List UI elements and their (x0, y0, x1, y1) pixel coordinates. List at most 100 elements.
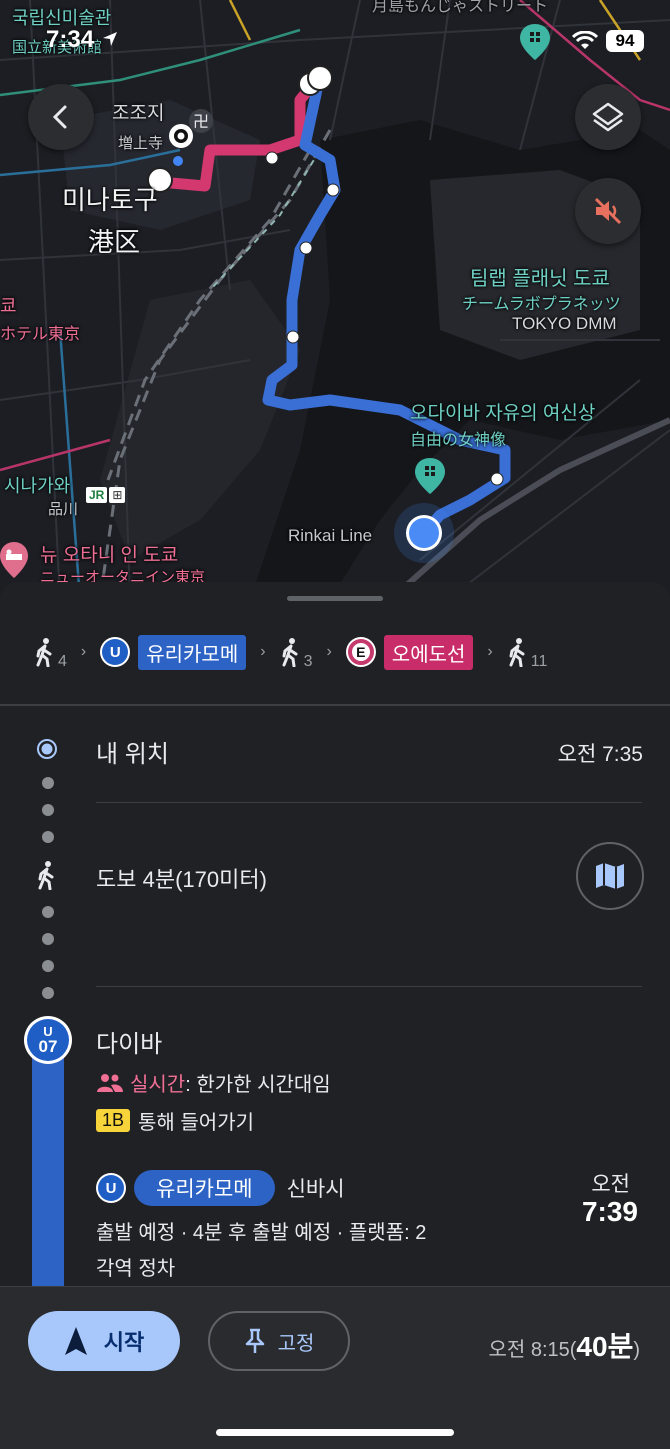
train-icon: JR ⊞ (86, 487, 126, 503)
entrance-text: 통해 들어가기 (138, 1112, 254, 1134)
map-label-zojoji-ja: 増上寺 (118, 135, 164, 152)
departure-ampm: 오전 (591, 1173, 630, 1196)
walk-minutes: 11 (530, 653, 548, 670)
divider (0, 704, 670, 706)
departure-time: 7:39 (581, 1196, 638, 1227)
map-label-zojoji: 조조지 (112, 103, 165, 124)
walk-icon (509, 638, 525, 667)
realtime-row: 실시간: 한가한 시간대임 (96, 1068, 331, 1097)
timeline-dot (42, 831, 54, 843)
map-label-statue: 오다이바 자유의 여신상 (410, 403, 596, 424)
timeline-dot (42, 906, 54, 918)
chevron-right-icon: › (80, 643, 87, 660)
map-label-hotel: ホテル東京 (0, 326, 81, 343)
oedo-badge: E (345, 637, 376, 667)
timeline-dot (42, 777, 54, 789)
directions-sheet[interactable]: 4 › U 유리카모메 › 3 › E 오에도선 › 11 내 위치 오전 7:… (0, 582, 670, 1449)
timeline-dot (42, 960, 54, 972)
pin-label: 고정 (277, 1332, 315, 1355)
eta-duration: 40분 (576, 1331, 634, 1362)
attraction-icon[interactable] (413, 456, 447, 496)
map-label-neighborhood: 月島もんじゃストリート (372, 0, 549, 15)
home-indicator[interactable] (216, 1429, 454, 1436)
walk-icon (38, 861, 54, 890)
walk-step-label: 도보 4분(170미터) (96, 867, 267, 892)
origin-label: 내 위치 (96, 741, 169, 768)
attraction-icon (520, 24, 550, 60)
summary-walk-1: 4 (34, 637, 67, 670)
map-label-hotel-prefix: 쿄 (0, 296, 17, 316)
pin-button[interactable]: 고정 (208, 1311, 350, 1371)
mute-button[interactable] (575, 178, 641, 244)
map-label-minato-ja: 港区 (88, 227, 141, 257)
back-button[interactable] (28, 84, 94, 150)
map-view[interactable]: 卍 JR ⊞ 국립신미술관 国立新美術館 月島もんじゃストリート 조조지 増上寺… (0, 0, 670, 600)
eta-arrival: 오전 8:15( (488, 1339, 577, 1361)
pin-icon (245, 1328, 264, 1353)
station-badge: U 07 (24, 1016, 72, 1064)
service-type: 각역 정차 (96, 1258, 176, 1280)
summary-walk-3: 11 (507, 637, 547, 670)
timeline-dot (42, 933, 54, 945)
battery-indicator: 94 (606, 30, 644, 52)
origin-icon (37, 739, 57, 759)
layers-icon (592, 102, 624, 132)
chevron-right-icon: › (487, 643, 493, 660)
direction-text: 신바시 (286, 1178, 345, 1201)
departure-line-row[interactable]: U 유리카모메 신바시 (96, 1170, 345, 1206)
map-label-shinagawa-ja: 品川 (48, 501, 79, 518)
map-label-teamlab-en: TOKYO DMM (512, 314, 617, 333)
station-code-number: 07 (38, 1037, 58, 1056)
divider (96, 802, 642, 803)
hotel-icon[interactable] (0, 540, 32, 580)
chevron-right-icon: › (260, 643, 266, 660)
wifi-icon (572, 31, 598, 49)
realtime-label: 실시간 (130, 1074, 186, 1096)
departure-info: 출발 예정 · 4분 후 출발 예정 · 플랫폼: 2 (96, 1222, 427, 1244)
summary-walk-2: 3 (280, 637, 312, 670)
svg-text:卍: 卍 (193, 112, 209, 131)
line-pill: 유리카모메 (134, 1170, 275, 1206)
chevron-right-icon: › (326, 643, 332, 660)
route-summary: 4 › U 유리카모메 › 3 › E 오에도선 › 11 (0, 622, 670, 682)
map-icon (596, 863, 624, 889)
map-label-newotani: 뉴 오타니 인 도쿄 (40, 545, 179, 566)
mute-icon (594, 197, 622, 225)
eta-summary: 오전 8:15(40분) (488, 1325, 640, 1365)
map-label-minato: 미나토구 (62, 185, 158, 215)
realtime-text: : 한가한 시간대임 (185, 1074, 331, 1096)
timeline-dot (42, 987, 54, 999)
entrance-badge: 1B (96, 1109, 131, 1132)
crowd-icon (97, 1073, 123, 1092)
eta-suffix: ) (633, 1339, 640, 1361)
bottom-action-bar: 시작 고정 오전 8:15(40분) (0, 1286, 670, 1449)
yurikamome-badge: U (96, 1173, 126, 1203)
walk-icon (36, 638, 52, 667)
temple-icon: 卍 (189, 109, 213, 133)
line-chip-yurikamome: 유리카모메 (138, 634, 247, 670)
yurikamome-badge-letter: U (102, 639, 129, 665)
timeline-dot (42, 804, 54, 816)
drag-handle[interactable] (287, 596, 383, 601)
map-label-rinkai: Rinkai Line (288, 526, 373, 545)
yurikamome-badge-letter: U (98, 1175, 124, 1201)
walk-map-button[interactable] (576, 842, 644, 910)
back-icon (52, 105, 67, 129)
entrance-row: 1B 통해 들어가기 (96, 1106, 254, 1135)
map-label-statue-ja: 自由の女神像 (410, 432, 507, 449)
walk-icon (282, 638, 298, 667)
yurikamome-badge: U (100, 637, 131, 667)
jr-badge: JR (86, 487, 108, 503)
navigation-arrow-icon (64, 1327, 87, 1355)
map-label-shinagawa: 시나가와 (4, 476, 71, 496)
status-right: 94 (572, 30, 644, 52)
station-name: 다이바 (96, 1031, 163, 1058)
walk-minutes: 4 (58, 653, 67, 670)
location-arrow-icon (102, 32, 117, 46)
map-label-teamlab-ja: チームラボプラネッツ (462, 296, 621, 313)
status-time: 7:34 (46, 26, 119, 54)
start-navigation-button[interactable]: 시작 (28, 1311, 180, 1371)
start-label: 시작 (103, 1330, 145, 1355)
line-chip-oedo: 오에도선 (383, 634, 474, 670)
layers-button[interactable] (575, 84, 641, 150)
